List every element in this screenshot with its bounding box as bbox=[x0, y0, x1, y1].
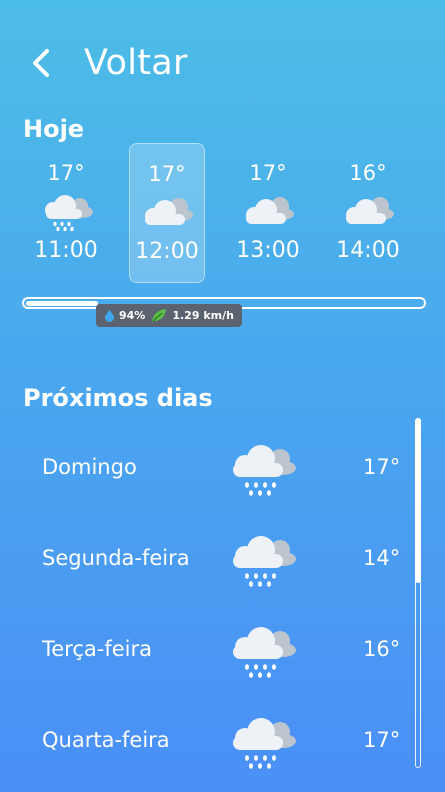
day-temp: 17° bbox=[363, 455, 401, 479]
next-days-title: Próximos dias bbox=[23, 384, 213, 412]
leaf-icon bbox=[152, 309, 167, 322]
chevron-left-icon[interactable] bbox=[28, 47, 54, 79]
day-row[interactable]: Domingo 17° bbox=[0, 425, 430, 505]
hour-item[interactable]: 17° 13:00 bbox=[230, 143, 306, 283]
hour-item-selected[interactable]: 17° 12:00 bbox=[129, 143, 205, 283]
day-name: Terça-feira bbox=[42, 637, 152, 661]
day-row[interactable]: Segunda-feira 14° bbox=[0, 516, 430, 596]
day-temp: 16° bbox=[363, 637, 401, 661]
hour-temp: 17° bbox=[148, 162, 186, 186]
day-temp: 17° bbox=[363, 728, 401, 752]
weather-details-badge: 94% 1.29 km/h bbox=[96, 304, 242, 327]
hour-time: 14:00 bbox=[336, 238, 400, 263]
hour-time: 13:00 bbox=[236, 238, 300, 263]
header: Voltar bbox=[28, 38, 188, 88]
wind-value: 1.29 km/h bbox=[172, 309, 234, 322]
hour-time: 11:00 bbox=[34, 238, 98, 263]
hour-temp: 16° bbox=[349, 161, 387, 185]
hour-temp: 17° bbox=[47, 161, 85, 185]
day-row[interactable]: Terça-feira 16° bbox=[0, 607, 430, 687]
rain-cloud-icon bbox=[233, 445, 296, 496]
scrollbar-thumb[interactable] bbox=[415, 418, 421, 583]
hour-temp: 17° bbox=[249, 161, 287, 185]
day-name: Domingo bbox=[42, 455, 137, 479]
rain-cloud-icon bbox=[233, 718, 296, 769]
day-name: Quarta-feira bbox=[42, 728, 170, 752]
back-button[interactable]: Voltar bbox=[84, 43, 188, 83]
hourly-forecast: 17° 11:00 17° 12:00 17° 13:00 16° 14:00 bbox=[17, 143, 417, 283]
day-temp: 14° bbox=[363, 546, 401, 570]
rain-cloud-icon bbox=[45, 195, 93, 231]
hour-item[interactable]: 17° 11:00 bbox=[28, 143, 104, 283]
rain-cloud-icon bbox=[233, 627, 296, 678]
hour-timeline-fill[interactable] bbox=[26, 301, 98, 306]
humidity-value: 94% bbox=[119, 309, 146, 322]
droplet-icon bbox=[105, 309, 114, 322]
day-name: Segunda-feira bbox=[42, 546, 190, 570]
rain-cloud-icon bbox=[233, 536, 296, 587]
cloud-icon bbox=[145, 198, 193, 225]
hour-item[interactable]: 16° 14:00 bbox=[330, 143, 406, 283]
today-title: Hoje bbox=[23, 115, 85, 143]
cloud-icon bbox=[246, 197, 294, 224]
day-row[interactable]: Quarta-feira 17° bbox=[0, 698, 430, 778]
cloud-icon bbox=[346, 197, 394, 224]
hour-time: 12:00 bbox=[135, 239, 199, 264]
